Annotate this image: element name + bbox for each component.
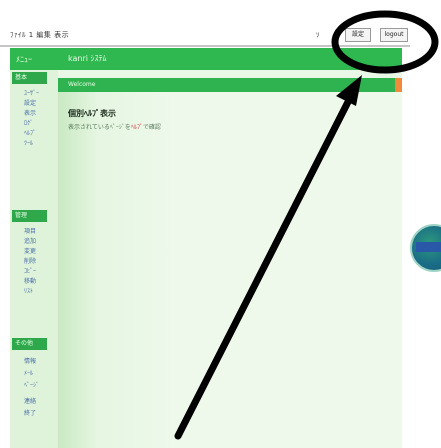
main-content: 個別ﾍﾙﾌﾟ表示 表示されているﾍﾟｰｼﾞをﾍﾙﾌﾟで確認 [58,92,402,448]
sidebar-item[interactable]: ｺﾋﾟｰ [24,266,36,275]
sidebar-item[interactable]: 追加 [24,236,36,245]
sidebar-item[interactable]: 情報 [24,356,36,365]
sidebar-item[interactable]: ﾂｰﾙ [24,138,33,147]
sidebar-item[interactable]: ﾘｽﾄ [24,286,33,295]
globe-icon [410,224,441,272]
corner-marker [395,78,402,92]
globe-band [416,242,441,252]
sub-header-bar: Welcome [58,78,402,92]
toolbar-right-text: ｿ [316,31,320,39]
sidebar-item[interactable]: 終了 [24,408,36,417]
header-menu-label[interactable]: ﾒﾆｭｰ [16,54,32,65]
sidebar-item[interactable]: 項目 [24,226,36,235]
app-header: ﾒﾆｭｰ kanri ｼｽﾃﾑ [10,48,402,70]
sidebar-item[interactable]: ﾛｸﾞ [24,118,33,127]
content-desc-text-end: で確認 [142,124,161,131]
content-desc-highlight[interactable]: ﾍﾙﾌﾟ [131,124,143,131]
sidebar: 基本 ﾕｰｻﾞｰ 設定 表示 ﾛｸﾞ ﾍﾙﾌﾟ ﾂｰﾙ 管理 項目 追加 変更 … [10,70,58,448]
toolbar-menu-text[interactable]: ﾌｧｲﾙ 1 編集 表示 [10,30,69,40]
top-toolbar: ﾌｧｲﾙ 1 編集 表示 ｿ 設定 logout [0,0,441,46]
sidebar-item[interactable]: 設定 [24,98,36,107]
sidebar-item[interactable]: ﾍﾙﾌﾟ [24,128,36,137]
sub-header-label: Welcome [68,81,96,88]
page-title: kanri ｼｽﾃﾑ [68,54,107,63]
sidebar-section-head[interactable]: 基本 [12,72,47,84]
settings-button[interactable]: 設定 [345,28,371,42]
sidebar-item[interactable]: 削除 [24,256,36,265]
sidebar-item[interactable]: 表示 [24,108,36,117]
sidebar-item[interactable]: ﾍﾟｰｼﾞ [24,380,39,389]
sidebar-item[interactable]: 移動 [24,276,36,285]
sidebar-item[interactable]: 連絡 [24,396,36,405]
logout-button[interactable]: logout [380,28,408,42]
sidebar-section-head[interactable]: その他 [12,338,47,350]
content-description: 表示されているﾍﾟｰｼﾞをﾍﾙﾌﾟで確認 [68,122,161,131]
toolbar-divider [0,45,410,47]
app-frame: ﾒﾆｭｰ kanri ｼｽﾃﾑ 基本 ﾕｰｻﾞｰ 設定 表示 ﾛｸﾞ ﾍﾙﾌﾟ … [10,48,402,448]
sidebar-item[interactable]: 変更 [24,246,36,255]
sidebar-section-head[interactable]: 管理 [12,210,47,222]
sidebar-item[interactable]: ﾕｰｻﾞｰ [24,88,39,97]
sidebar-item[interactable]: ﾒｰﾙ [24,368,33,377]
content-desc-text: 表示されているﾍﾟｰｼﾞを [68,124,131,131]
content-title: 個別ﾍﾙﾌﾟ表示 [68,109,116,118]
